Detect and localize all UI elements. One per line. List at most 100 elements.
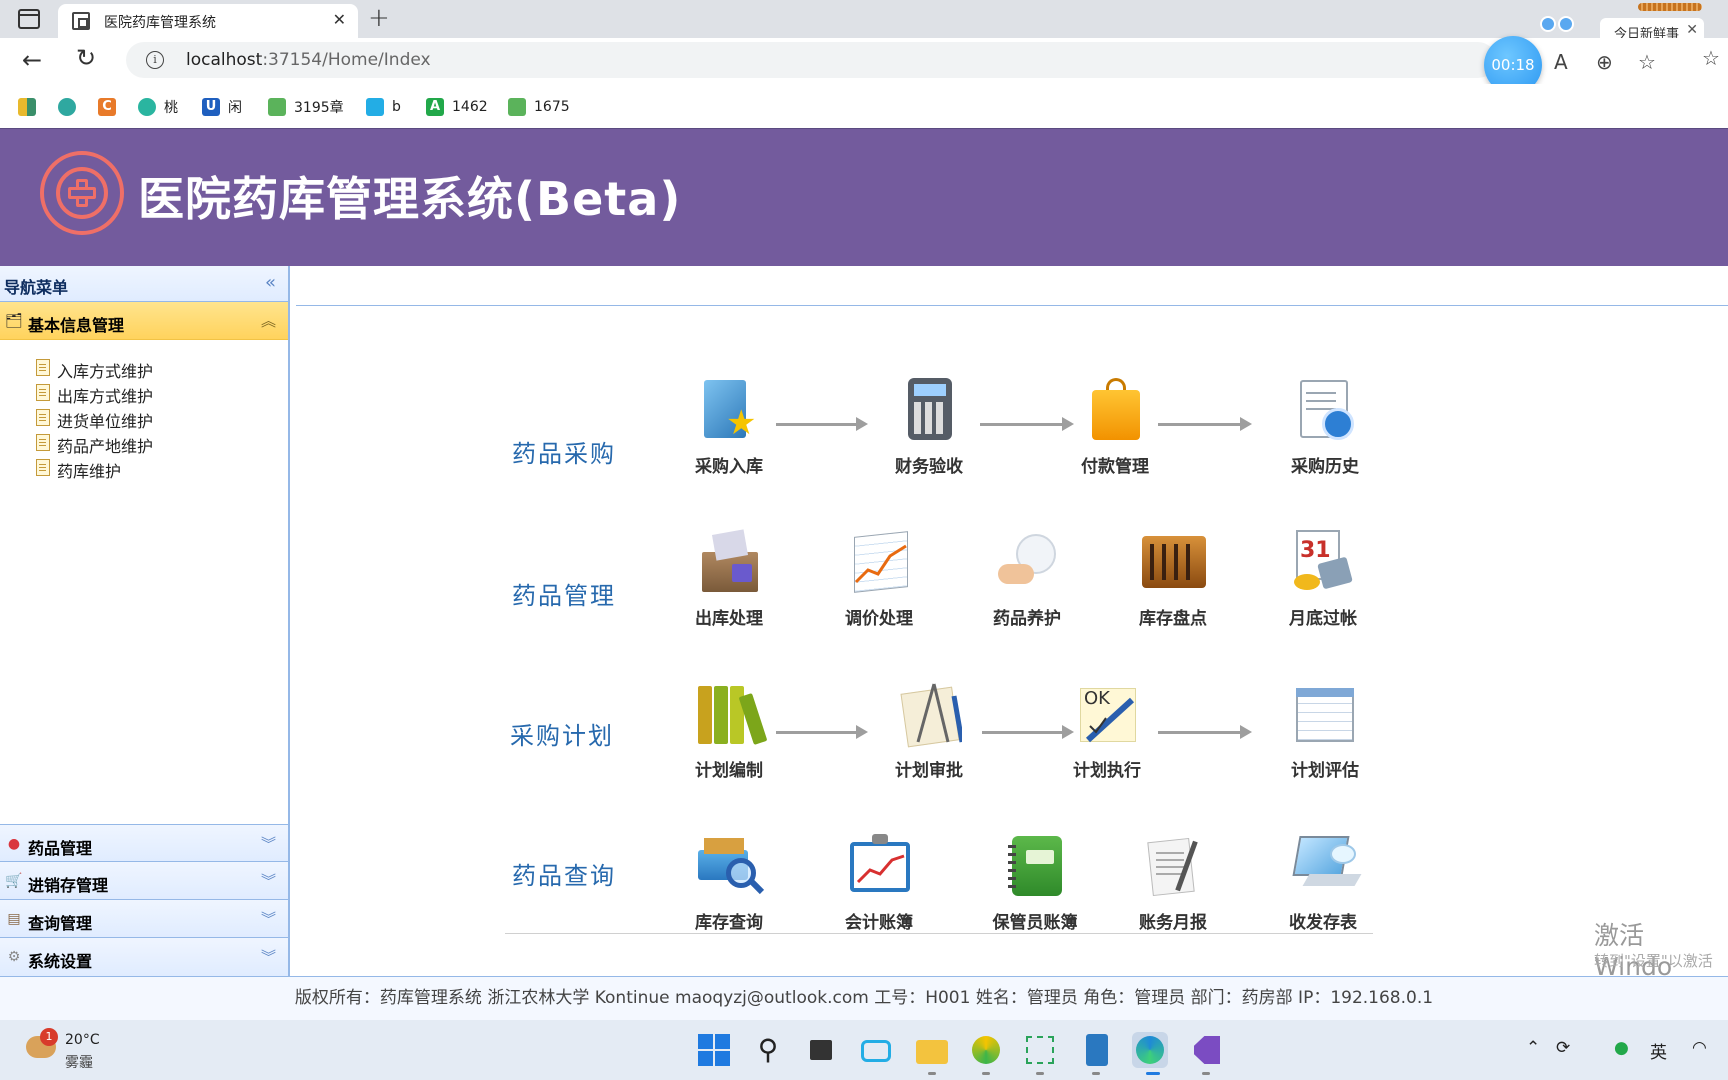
accordion-inventory[interactable]: 🛒 进销存管理 ︾: [0, 862, 288, 900]
chart-board-icon: [846, 834, 912, 900]
weather-temp[interactable]: 20°C: [65, 1032, 100, 1048]
document-icon: [36, 434, 50, 451]
add-favorite-icon[interactable]: ☆: [1638, 50, 1656, 74]
gear-icon: ⚙: [7, 949, 21, 965]
chevron-up-icon[interactable]: ︽: [261, 310, 276, 331]
info-icon[interactable]: i: [146, 51, 164, 69]
chevron-down-icon[interactable]: ︾: [261, 870, 276, 891]
reload-icon[interactable]: ↻: [76, 44, 96, 72]
security-icon[interactable]: ●: [1614, 1038, 1629, 1058]
module-price-adjust[interactable]: 调价处理: [824, 530, 934, 629]
bookmark-0[interactable]: [18, 96, 44, 118]
row-label-purchase-plan: 采购计划: [510, 722, 614, 750]
accordion-query[interactable]: ▤ 查询管理 ︾: [0, 900, 288, 938]
module-label: 计划执行: [1073, 761, 1141, 781]
module-purchase-in[interactable]: ★ 采购入库: [674, 378, 784, 477]
address-bar-row: ← ↻ i localhost:37154/Home/Index A ⊕ ☆ ☆: [0, 38, 1728, 84]
snipping-tool-icon[interactable]: [1022, 1032, 1058, 1068]
bookmark-8[interactable]: 1675: [508, 96, 570, 118]
module-plan-compile[interactable]: 计划编制: [674, 682, 784, 781]
module-month-close[interactable]: 31 月底过帐: [1268, 530, 1378, 629]
accordion-label: 基本信息管理: [28, 316, 125, 335]
chevron-up-icon[interactable]: ⌃: [1526, 1038, 1540, 1058]
module-accounting-book[interactable]: 会计账簿: [824, 834, 934, 933]
tree-item[interactable]: 入库方式维护: [0, 356, 288, 381]
sync-icon[interactable]: ⟳: [1556, 1038, 1570, 1058]
module-keeper-book[interactable]: 保管员账簿: [980, 834, 1090, 933]
u-logo-icon: U: [202, 98, 220, 116]
bookmark-1[interactable]: [58, 96, 84, 118]
bilibili-app-icon[interactable]: [858, 1032, 894, 1068]
notepad-icon[interactable]: [1078, 1032, 1114, 1068]
tree-item[interactable]: 药品产地维护: [0, 431, 288, 456]
start-button[interactable]: [696, 1032, 732, 1068]
ime-indicator[interactable]: 英: [1650, 1038, 1667, 1063]
search-icon[interactable]: ⚲: [750, 1032, 786, 1068]
chevron-down-icon[interactable]: ︾: [261, 833, 276, 854]
collapse-sidebar-icon[interactable]: «: [265, 272, 276, 293]
tree-item[interactable]: 进货单位维护: [0, 406, 288, 431]
module-outbound[interactable]: 出库处理: [674, 529, 784, 629]
module-stocktake[interactable]: 库存盘点: [1118, 530, 1228, 629]
accordion-drug-management[interactable]: ● 药品管理 ︾: [0, 824, 288, 862]
browser-tab[interactable]: 医院药库管理系统 ✕: [58, 4, 358, 38]
line-chart-icon: [846, 530, 912, 596]
collapsed-sections: ● 药品管理 ︾ 🛒 进销存管理 ︾ ▤ 查询管理 ︾ ⚙ 系统设置 ︾: [0, 824, 288, 976]
accordion-label: 系统设置: [28, 952, 93, 971]
hand-pill-icon: [994, 530, 1060, 596]
building-favicon-icon: [72, 12, 90, 30]
bookmark-3[interactable]: 桃: [138, 96, 178, 118]
bookmark-4[interactable]: U闲: [202, 96, 242, 118]
tab-actions-icon[interactable]: [18, 9, 40, 29]
module-payment[interactable]: 付款管理: [1060, 378, 1170, 477]
flow-arrow: [776, 725, 868, 739]
tree-item[interactable]: 药库维护: [0, 456, 288, 481]
new-tab-button[interactable]: +: [368, 3, 390, 33]
weather-desc[interactable]: 雾霾: [65, 1052, 93, 1072]
mascot-icon[interactable]: [1540, 10, 1584, 40]
back-arrow-icon[interactable]: ←: [22, 46, 42, 74]
folder-star-icon: ★: [696, 378, 762, 444]
read-aloud-icon[interactable]: A: [1554, 50, 1568, 74]
task-view-icon[interactable]: [804, 1032, 840, 1068]
a-logo-icon: A: [426, 98, 444, 116]
module-stock-query[interactable]: 库存查询: [674, 834, 784, 933]
chevron-down-icon[interactable]: ︾: [261, 908, 276, 929]
url-input[interactable]: i localhost:37154/Home/Index A ⊕ ☆: [126, 42, 1656, 78]
module-plan-execute[interactable]: OK 计划执行: [1052, 682, 1162, 781]
module-drug-care[interactable]: 药品养护: [972, 530, 1082, 629]
music-app-icon[interactable]: [968, 1032, 1004, 1068]
wifi-icon[interactable]: ◠: [1692, 1038, 1707, 1058]
close-tab-icon[interactable]: ✕: [333, 10, 346, 29]
green-notebook-icon: [1002, 834, 1068, 900]
chevron-down-icon[interactable]: ︾: [261, 946, 276, 967]
bookmark-2[interactable]: C: [98, 96, 124, 118]
edge-browser-icon[interactable]: [1132, 1032, 1168, 1068]
bookmark-5[interactable]: 3195章: [268, 96, 344, 118]
accordion-label: 查询管理: [28, 914, 93, 933]
file-explorer-icon[interactable]: [914, 1032, 950, 1068]
url-path: :37154/Home/Index: [262, 50, 431, 70]
laptop-icon: [1290, 834, 1362, 900]
module-inout-stock-table[interactable]: 收发存表: [1268, 834, 1378, 933]
favorites-icon[interactable]: ☆: [1702, 46, 1720, 70]
magnifier-box-icon: [696, 834, 765, 900]
accordion-settings[interactable]: ⚙ 系统设置 ︾: [0, 938, 288, 976]
module-purchase-history[interactable]: 采购历史: [1270, 378, 1380, 477]
module-plan-approve[interactable]: 计划审批: [874, 682, 984, 781]
bookmark-label: 1462: [452, 99, 488, 115]
zoom-icon[interactable]: ⊕: [1596, 50, 1613, 74]
tree-item[interactable]: 出库方式维护: [0, 381, 288, 406]
book-icon: [508, 98, 526, 116]
bookmark-7[interactable]: A 1462: [426, 96, 488, 118]
module-plan-evaluate[interactable]: 计划评估: [1270, 682, 1380, 781]
module-monthly-report[interactable]: 账务月报: [1118, 834, 1228, 933]
active-indicator: [1146, 1072, 1160, 1075]
visual-studio-icon[interactable]: [1188, 1032, 1224, 1068]
bookmark-6[interactable]: b: [366, 96, 401, 118]
accordion-basic-info[interactable]: 🗂 基本信息管理 ︽: [0, 302, 288, 340]
close-icon[interactable]: ✕: [1686, 22, 1698, 38]
url-host: localhost: [186, 50, 263, 70]
module-finance-check[interactable]: 财务验收: [874, 378, 984, 477]
flow-arrow: [776, 417, 868, 431]
